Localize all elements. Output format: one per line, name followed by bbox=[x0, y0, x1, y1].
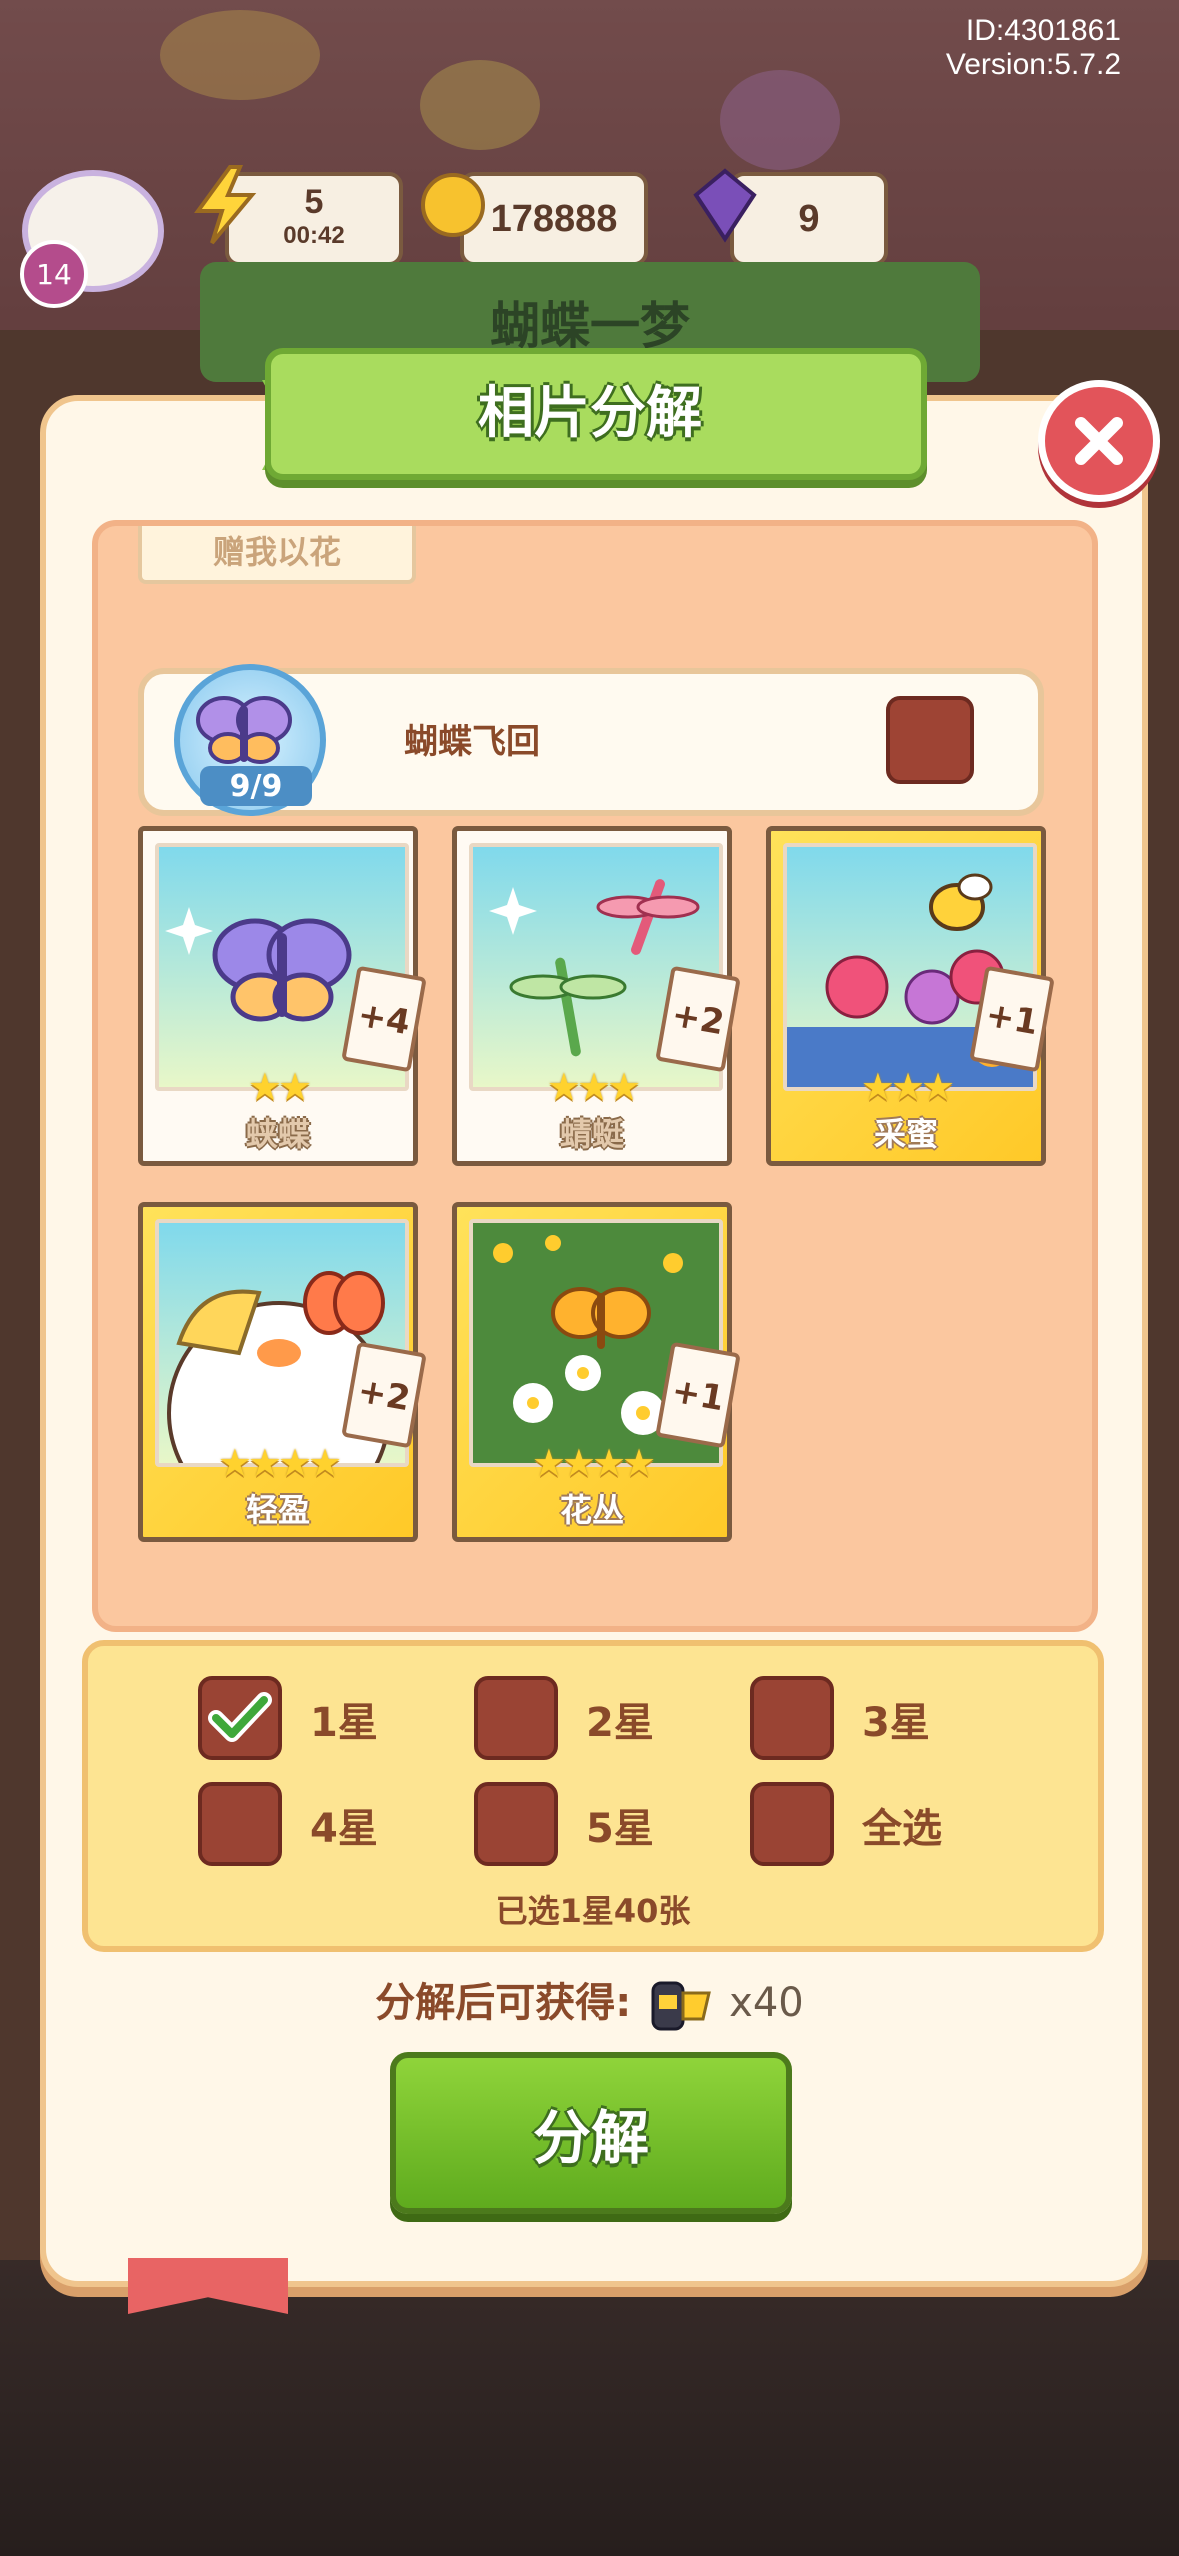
previous-set-tab[interactable]: 赠我以花 bbox=[138, 526, 416, 584]
dialog-title: 相片分解 bbox=[478, 380, 702, 446]
photo-card[interactable]: ★★★★ +1 花丛 bbox=[452, 1202, 741, 1542]
card-stars: ★★★★ bbox=[531, 1441, 656, 1485]
coin-icon bbox=[421, 173, 485, 237]
card-name: 蛱蝶 bbox=[245, 1115, 310, 1153]
filter-option-1star[interactable]: 1星 bbox=[198, 1676, 468, 1762]
player-level-badge: 14 bbox=[20, 240, 88, 308]
set-progress: 9/9 bbox=[200, 766, 312, 806]
photo-card[interactable]: ★★★★ +2 轻盈 bbox=[138, 1202, 427, 1542]
filter-label: 2星 bbox=[586, 1700, 654, 1746]
close-icon bbox=[1075, 417, 1123, 465]
checkbox[interactable] bbox=[750, 1676, 834, 1760]
card-stars: ★★★ bbox=[546, 1065, 641, 1109]
coin-value: 178888 bbox=[490, 197, 618, 240]
card-name: 轻盈 bbox=[245, 1491, 310, 1529]
energy-timer: 00:42 bbox=[283, 222, 345, 249]
close-button[interactable] bbox=[1038, 380, 1160, 502]
reward-quantity: x40 bbox=[729, 1980, 804, 2026]
film-roll-icon bbox=[651, 1981, 712, 2031]
filter-label: 全选 bbox=[862, 1806, 942, 1852]
card-stars: ★★★ bbox=[860, 1065, 955, 1109]
photo-card[interactable]: ★★★ +1 采蜜 bbox=[766, 826, 1055, 1166]
version-info: ID:4301861 Version:5.7.2 bbox=[946, 14, 1121, 82]
filter-label: 3星 bbox=[862, 1700, 930, 1746]
filter-label: 1星 bbox=[310, 1700, 378, 1746]
card-name: 采蜜 bbox=[873, 1115, 938, 1153]
card-duplicate-count: +1 bbox=[655, 1341, 741, 1449]
set-select-checkbox[interactable] bbox=[886, 696, 974, 784]
card-duplicate-count: +1 bbox=[969, 965, 1055, 1073]
card-duplicate-count: +2 bbox=[341, 1341, 427, 1449]
coin-counter[interactable]: 178888 bbox=[460, 172, 648, 266]
checkbox[interactable] bbox=[750, 1782, 834, 1866]
reward-label: 分解后可获得: bbox=[375, 1980, 632, 2026]
set-badge: 9/9 bbox=[174, 664, 326, 816]
selected-summary: 已选1星40张 bbox=[495, 1892, 691, 1930]
card-duplicate-count: +4 bbox=[341, 965, 427, 1073]
checkbox[interactable] bbox=[474, 1676, 558, 1760]
decompose-button[interactable]: 分解 bbox=[390, 2052, 792, 2214]
energy-value: 5 bbox=[304, 183, 324, 221]
filter-label: 4星 bbox=[310, 1806, 378, 1852]
checkmark-icon bbox=[208, 1692, 272, 1742]
filter-label: 5星 bbox=[586, 1806, 654, 1852]
filter-option-3star[interactable]: 3星 bbox=[750, 1676, 1020, 1762]
card-duplicate-count: +2 bbox=[655, 965, 741, 1073]
version-label: Version:5.7.2 bbox=[945, 48, 1121, 81]
photo-card[interactable]: ★★★ +2 蜻蜓 bbox=[452, 826, 741, 1166]
gem-value: 9 bbox=[798, 197, 820, 240]
card-name: 花丛 bbox=[559, 1491, 624, 1529]
lightning-icon bbox=[194, 165, 257, 245]
photo-card[interactable]: ★★ +4 蛱蝶 bbox=[138, 826, 427, 1166]
set-name: 蝴蝶飞回 bbox=[404, 722, 540, 762]
filter-option-5star[interactable]: 5星 bbox=[474, 1782, 744, 1868]
checkbox[interactable] bbox=[474, 1782, 558, 1866]
card-stars: ★★ bbox=[247, 1065, 312, 1109]
card-stars: ★★★★ bbox=[217, 1441, 342, 1485]
checkbox[interactable] bbox=[198, 1676, 282, 1760]
set-row: 9/9 蝴蝶飞回 bbox=[138, 664, 1044, 816]
filter-option-4star[interactable]: 4星 bbox=[198, 1782, 468, 1868]
filter-option-select-all[interactable]: 全选 bbox=[750, 1782, 1020, 1868]
checkbox[interactable] bbox=[198, 1782, 282, 1866]
reward-row: 分解后可获得: x40 bbox=[0, 1970, 1179, 2035]
card-name: 蜻蜓 bbox=[559, 1115, 624, 1153]
player-id-label: ID:4301861 bbox=[965, 14, 1121, 47]
photo-list-area[interactable]: 赠我以花 9/9 蝴蝶飞回 ★★ +4 蛱蝶 ★★★ +2 蜻蜓 ★★★ +1 … bbox=[92, 520, 1098, 1632]
filter-option-2star[interactable]: 2星 bbox=[474, 1676, 744, 1762]
star-filter-panel: 1星 2星 3星 4星 5星 全选 已选1星40张 bbox=[82, 1640, 1104, 1952]
gem-icon bbox=[693, 168, 757, 243]
